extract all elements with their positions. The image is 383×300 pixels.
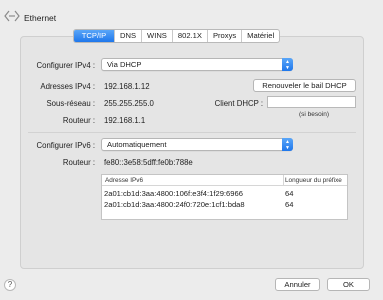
dhcp-client-field[interactable] [267, 96, 356, 108]
tab-8021x[interactable]: 802.1X [171, 30, 207, 42]
tab-bar: TCP/IP DNS WINS 802.1X Proxys Matériel [73, 29, 281, 43]
tab-proxys[interactable]: Proxys [206, 30, 241, 42]
ethernet-back-icon[interactable] [4, 9, 20, 23]
section-divider [28, 132, 356, 133]
ipv4-router-label: Routeur : [62, 116, 95, 125]
tab-tcpip[interactable]: TCP/IP [74, 30, 114, 42]
ipv6-config-select[interactable]: Automatiquement ▲ ▼ [101, 138, 293, 151]
ipv4-router-value: 192.168.1.1 [104, 116, 146, 125]
tab-dns[interactable]: DNS [114, 30, 141, 42]
ipv4-config-value: Via DHCP [107, 60, 142, 69]
table-row-address[interactable]: 2a01:cb1d:3aa:4800:24f0:720e:1cf1:bda8 [104, 200, 245, 209]
ipv6-config-value: Automatiquement [107, 140, 167, 149]
chevron-updown-icon: ▲ ▼ [282, 58, 293, 71]
window-title: Ethernet [24, 13, 57, 23]
ipv6-config-label: Configurer IPv6 : [36, 141, 95, 150]
table-row-address[interactable]: 2a01:cb1d:3aa:4800:106f:e3f4:1f29:6966 [104, 189, 243, 198]
table-row-prefix[interactable]: 64 [285, 200, 293, 209]
ipv6-address-table[interactable]: Adresse IPv6 Longueur du préfixe 2a01:cb… [101, 174, 348, 220]
renew-dhcp-button[interactable]: Renouveler le bail DHCP [253, 79, 356, 92]
subnet-label: Sous-réseau : [46, 99, 95, 108]
subnet-value: 255.255.255.0 [104, 99, 154, 108]
tab-materiel[interactable]: Matériel [241, 30, 279, 42]
chevron-updown-icon: ▲ ▼ [282, 138, 293, 151]
ipv4-address-value: 192.168.1.12 [104, 82, 150, 91]
dhcp-client-label: Client DHCP : [214, 99, 263, 108]
ipv6-router-value: fe80::3e58:5dff:fe0b:788e [104, 158, 193, 167]
cancel-button[interactable]: Annuler [275, 278, 320, 291]
ipv6-router-label: Routeur : [62, 158, 95, 167]
ipv4-config-select[interactable]: Via DHCP ▲ ▼ [101, 58, 293, 71]
dhcp-client-hint: (si besoin) [299, 111, 329, 118]
help-button[interactable]: ? [4, 279, 16, 291]
table-row-prefix[interactable]: 64 [285, 189, 293, 198]
column-separator [283, 175, 284, 186]
ipv4-config-label: Configurer IPv4 : [36, 61, 95, 70]
table-header: Adresse IPv6 Longueur du préfixe [102, 175, 347, 186]
column-header-address[interactable]: Adresse IPv6 [105, 177, 143, 184]
ipv4-address-label: Adresses IPv4 : [40, 82, 95, 91]
tab-wins[interactable]: WINS [141, 30, 172, 42]
column-header-prefix[interactable]: Longueur du préfixe [285, 177, 342, 184]
ok-button[interactable]: OK [327, 278, 370, 291]
